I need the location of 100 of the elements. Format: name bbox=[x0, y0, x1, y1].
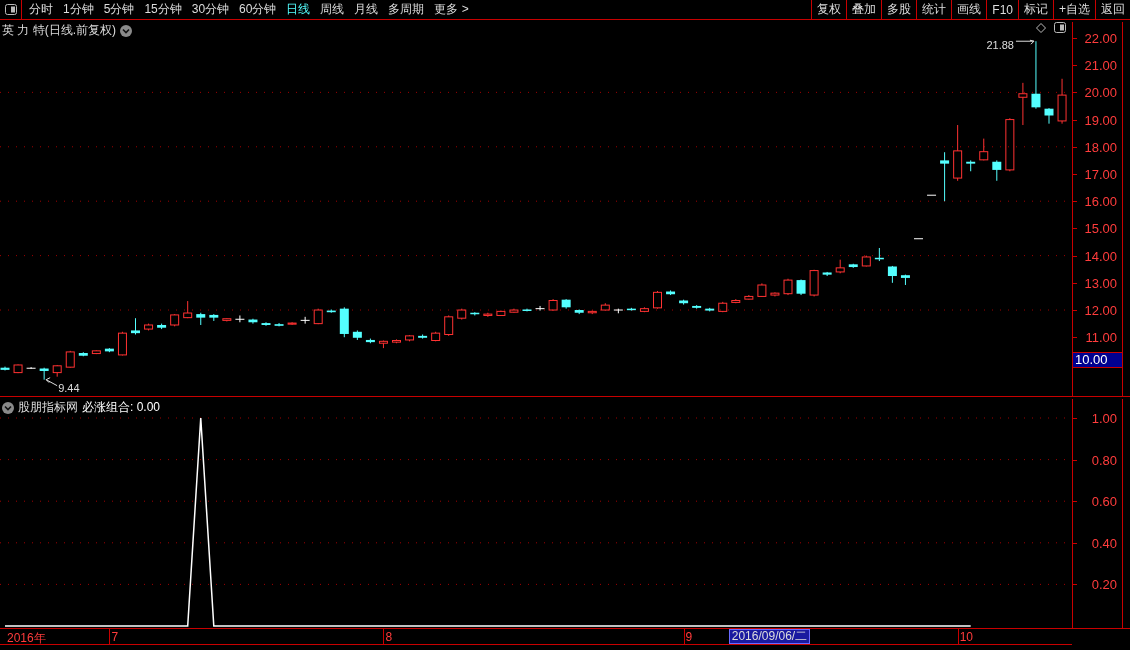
period-tab[interactable]: 周线 bbox=[315, 0, 350, 19]
axis-label: 20.00 bbox=[1084, 84, 1117, 100]
period-tab[interactable]: 多周期 bbox=[383, 0, 430, 19]
candlestick bbox=[248, 318, 258, 325]
candlestick bbox=[822, 271, 832, 277]
candlestick bbox=[444, 314, 454, 337]
candlestick bbox=[144, 323, 154, 331]
candlestick bbox=[65, 350, 75, 369]
candlestick bbox=[679, 299, 689, 306]
candlestick bbox=[613, 308, 624, 314]
date-label: 10 bbox=[959, 630, 973, 644]
candlestick bbox=[692, 304, 702, 310]
leader-line bbox=[45, 377, 58, 387]
candlestick bbox=[483, 312, 493, 318]
candlestick bbox=[744, 294, 754, 301]
chevron-down-icon[interactable] bbox=[2, 401, 14, 414]
candlestick bbox=[966, 159, 976, 172]
toolbar-button[interactable]: 统计 bbox=[916, 0, 952, 19]
candlestick bbox=[13, 363, 23, 374]
price-label: 9.44 bbox=[58, 381, 80, 394]
candlestick bbox=[91, 349, 101, 355]
candlestick bbox=[157, 323, 167, 330]
toolbar-button[interactable]: 画线 bbox=[951, 0, 987, 19]
toolbar-button[interactable]: 复权 bbox=[811, 0, 847, 19]
date-label: 7 bbox=[111, 630, 119, 644]
candlestick bbox=[234, 314, 245, 323]
candlestick bbox=[1057, 78, 1067, 125]
candlestick bbox=[183, 300, 193, 319]
axis-label: 0.60 bbox=[1091, 493, 1117, 509]
candlestick bbox=[131, 317, 140, 335]
axis-label: 15.00 bbox=[1084, 220, 1117, 236]
toolbar-button[interactable]: 叠加 bbox=[846, 0, 882, 19]
candlestick bbox=[626, 307, 636, 312]
candlestick bbox=[848, 263, 858, 269]
axis-label: 0.20 bbox=[1091, 576, 1117, 592]
candlestick bbox=[78, 351, 88, 357]
axis-label: 16.00 bbox=[1084, 193, 1117, 209]
axis-label: 17.00 bbox=[1084, 166, 1117, 182]
indicator-reading: 必涨组合: 0.00 bbox=[82, 399, 161, 416]
candlestick bbox=[52, 364, 62, 378]
candlestick bbox=[1031, 40, 1041, 110]
candlestick bbox=[313, 308, 323, 325]
candlestick bbox=[587, 310, 597, 315]
candlestick bbox=[535, 305, 546, 312]
candlestick bbox=[1005, 117, 1015, 172]
candlestick bbox=[940, 151, 950, 202]
toolbar-button[interactable]: 返回 bbox=[1095, 0, 1130, 19]
candlestick bbox=[522, 308, 532, 312]
candlestick bbox=[365, 338, 375, 344]
period-tab[interactable]: 更多 > bbox=[429, 0, 474, 19]
period-tab[interactable]: 60分钟 bbox=[234, 0, 282, 19]
candlestick bbox=[196, 312, 206, 326]
candlestick bbox=[653, 290, 662, 310]
period-tab[interactable]: 1分钟 bbox=[58, 0, 99, 19]
candlestick bbox=[509, 308, 519, 314]
candlestick bbox=[731, 298, 741, 304]
candlestick bbox=[392, 338, 401, 344]
axis-label: 19.00 bbox=[1084, 112, 1117, 128]
axis-label: 22.00 bbox=[1084, 30, 1117, 46]
period-tab[interactable]: 30分钟 bbox=[186, 0, 235, 19]
candlestick bbox=[796, 279, 806, 296]
panel-toggle-icon[interactable] bbox=[4, 4, 17, 15]
period-tab[interactable]: 日线 bbox=[281, 0, 316, 19]
cursor-price: 10.00 bbox=[1072, 352, 1123, 369]
cursor-date: 2016/09/06/二 bbox=[728, 629, 811, 644]
candlestick bbox=[339, 306, 349, 338]
candlestick bbox=[405, 334, 415, 342]
panel-toggle-icon[interactable] bbox=[1054, 22, 1066, 33]
candlestick bbox=[705, 307, 715, 312]
toolbar-button[interactable]: +自选 bbox=[1053, 0, 1095, 19]
toolbar-button[interactable]: 标记 bbox=[1018, 0, 1053, 19]
candlestick bbox=[913, 238, 924, 240]
candlestick bbox=[561, 298, 571, 310]
period-tab[interactable]: 15分钟 bbox=[139, 0, 187, 19]
period-tab[interactable]: 分时 bbox=[24, 0, 58, 19]
candlestick bbox=[1018, 82, 1028, 126]
candlestick bbox=[666, 289, 676, 296]
toolbar-button[interactable]: 多股 bbox=[881, 0, 917, 19]
candlestick bbox=[757, 282, 767, 298]
axis-label: 21.00 bbox=[1084, 57, 1117, 73]
axis-label: 0.40 bbox=[1091, 535, 1117, 551]
candlestick bbox=[26, 366, 37, 370]
candlestick bbox=[639, 306, 649, 313]
candlestick bbox=[117, 331, 127, 356]
candlestick bbox=[809, 269, 819, 297]
candlestick bbox=[926, 194, 937, 196]
period-tab[interactable]: 月线 bbox=[349, 0, 384, 19]
toolbar-button[interactable]: F10 bbox=[986, 0, 1018, 19]
candlestick bbox=[457, 308, 467, 321]
candlestick bbox=[300, 316, 311, 325]
candlestick bbox=[39, 367, 49, 381]
candlestick bbox=[874, 247, 884, 262]
chevron-down-icon[interactable] bbox=[120, 24, 132, 37]
candlestick bbox=[170, 313, 180, 327]
axis-label: 1.00 bbox=[1091, 410, 1117, 426]
period-tab[interactable]: 5分钟 bbox=[98, 0, 140, 19]
date-label: 2016年 bbox=[7, 630, 46, 647]
diamond-icon[interactable] bbox=[1036, 22, 1046, 33]
candlestick bbox=[900, 274, 910, 286]
axis-label: 11.00 bbox=[1085, 329, 1117, 345]
